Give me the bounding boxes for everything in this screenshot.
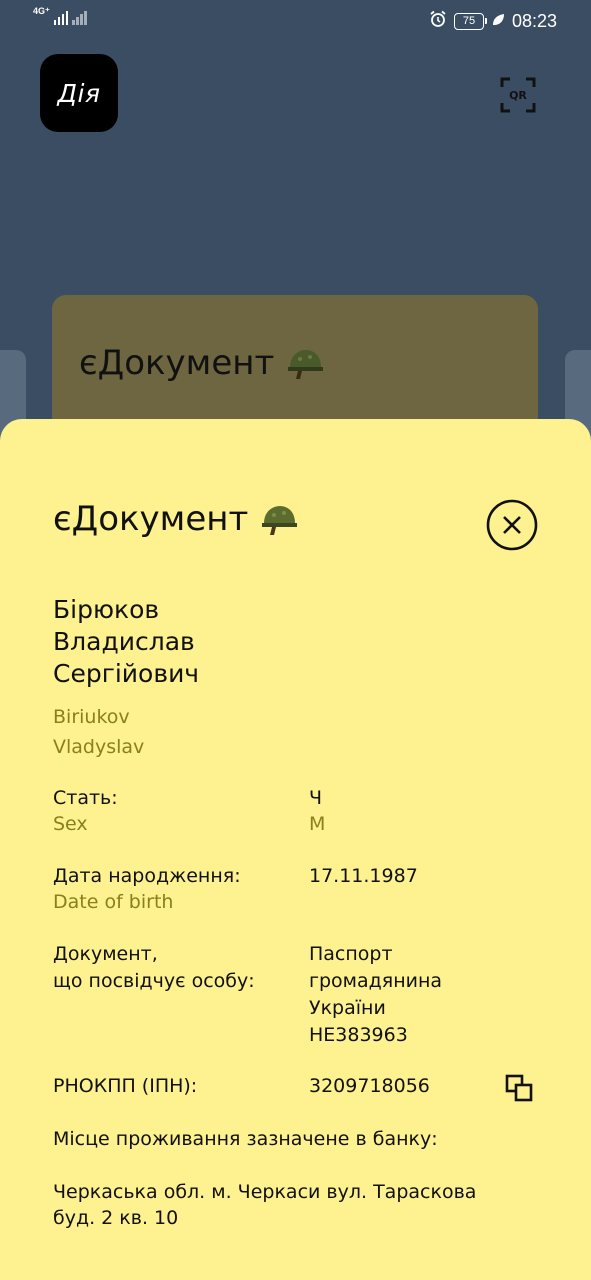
copy-icon [505, 1074, 533, 1102]
clock: 08:23 [511, 11, 557, 31]
signal-indicators: 4G⁺ [33, 6, 87, 25]
leaf-icon [491, 11, 505, 32]
app-logo[interactable]: Дія [40, 54, 118, 132]
copy-tax-id-button[interactable] [504, 1073, 534, 1103]
address-label: Місце проживання зазначене в банку: [53, 1128, 438, 1150]
qr-label: QR [509, 89, 527, 102]
close-button[interactable] [486, 499, 538, 551]
sheet-title: єДокумент [53, 499, 298, 539]
latin-first-name: Vladyslav [53, 736, 145, 758]
tax-id-label: РНОКПП (ІПН): [53, 1075, 198, 1097]
full-name: Бірюков Владислав Сергійович [53, 594, 199, 690]
latin-surname: Biriukov [53, 706, 130, 728]
signal-icon [53, 9, 69, 25]
dob-value: 17.11.1987 [309, 865, 418, 887]
signal-icon-secondary [72, 9, 87, 25]
close-circle-icon [486, 499, 538, 551]
military-helmet-icon [288, 350, 324, 379]
document-value: Паспорт громадянина України НЕ383963 [309, 943, 443, 1046]
dob-label: Дата народження: [53, 865, 241, 887]
sex-label-en: Sex [53, 813, 88, 835]
address-value: Черкаська обл. м. Черкаси вул. Тараскова… [53, 1181, 477, 1229]
military-helmet-icon [262, 506, 298, 535]
alarm-icon [429, 10, 447, 33]
document-label: Документ, що посвідчує особу: [53, 943, 255, 992]
first-name: Владислав [53, 627, 195, 656]
tax-id-value[interactable]: 3209718056 [309, 1073, 430, 1100]
dob-label-en: Date of birth [53, 891, 174, 913]
qr-scan-button[interactable]: QR [500, 77, 536, 113]
latin-name: Biriukov Vladyslav [53, 702, 144, 762]
sex-value-en: M [309, 813, 326, 835]
status-bar: 4G⁺ 75 08:23 [0, 0, 591, 40]
patronymic: Сергійович [53, 659, 200, 688]
network-type: 4G⁺ [33, 6, 50, 16]
document-card-title: єДокумент [79, 343, 324, 383]
qr-scan-icon: QR [500, 77, 536, 113]
status-right: 75 08:23 [429, 10, 557, 33]
sex-label: Стать: [53, 787, 118, 809]
battery-icon: 75 [453, 13, 487, 30]
sex-value: Ч [309, 787, 323, 809]
surname: Бірюков [53, 595, 160, 624]
